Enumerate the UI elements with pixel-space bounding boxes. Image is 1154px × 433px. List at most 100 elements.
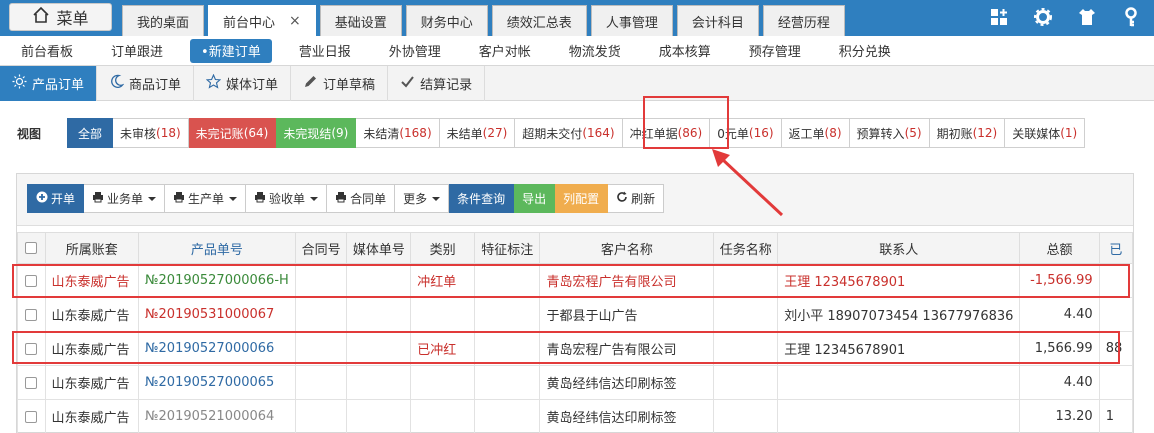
subnav-order-follow[interactable]: 订单跟进 (100, 39, 174, 63)
checkbox[interactable] (25, 308, 38, 321)
tab-finance-center[interactable]: 财务中心 (405, 5, 488, 36)
tab-settlement-records[interactable]: 结算记录 (388, 66, 486, 101)
cell-feature (473, 365, 541, 400)
menu-label: 菜单 (56, 9, 89, 28)
subnav-prepaid[interactable]: 预存管理 (738, 39, 812, 63)
filter-unfinished-cash[interactable]: 未完现结 (9) (276, 118, 357, 148)
col-header-extra[interactable]: 已 (1098, 232, 1134, 264)
tab-media-orders[interactable]: 媒体订单 (194, 66, 292, 101)
checkbox[interactable] (25, 410, 38, 423)
col-header-customer[interactable]: 客户名称 (539, 232, 715, 264)
cell-contact: 刘小平 18907073454 13677976836 (777, 297, 1021, 332)
moon-icon (109, 74, 125, 93)
apps-add-icon[interactable] (988, 6, 1010, 28)
filter-count: (18) (156, 126, 181, 140)
filter-count: (12) (972, 126, 998, 140)
cell-media (346, 297, 412, 332)
cell-account: 山东泰威广告 (44, 365, 139, 400)
production-order-button[interactable]: 生产单 (165, 184, 247, 213)
tab-hr[interactable]: 人事管理 (590, 5, 673, 36)
subnav-daily-report[interactable]: 营业日报 (288, 39, 362, 63)
filter-unsettled[interactable]: 未结清 (168) (356, 118, 440, 148)
table-row[interactable]: 山东泰威广告 №20190531000067 于都县于山广告 刘小平 18907… (17, 297, 1134, 332)
select-all-checkbox[interactable] (17, 232, 46, 264)
home-icon (32, 6, 50, 28)
subnav-cost-accounting[interactable]: 成本核算 (648, 39, 722, 63)
refresh-button[interactable]: 刷新 (608, 184, 665, 213)
row-checkbox-cell[interactable] (17, 365, 46, 400)
filter-all[interactable]: 全部 (67, 118, 114, 148)
shirt-icon[interactable] (1076, 6, 1098, 28)
col-header-total[interactable]: 总额 (1019, 232, 1100, 264)
filter-overdue[interactable]: 超期未交付 (164) (515, 118, 623, 148)
table-row[interactable]: 山东泰威广告 №20190521000064 黄岛经纬信达印刷标签 13.20 … (17, 399, 1134, 433)
annotation-highlight-box (12, 331, 1120, 364)
checkbox[interactable] (25, 376, 38, 389)
filter-rework[interactable]: 返工单 (8) (781, 118, 850, 148)
business-order-button[interactable]: 业务单 (84, 184, 166, 213)
condition-query-button[interactable]: 条件查询 (449, 184, 515, 213)
filter-budget-transfer[interactable]: 预算转入 (5) (849, 118, 930, 148)
cell-order-no[interactable]: №20190527000065 (138, 365, 296, 400)
subnav-new-order[interactable]: •新建订单 (190, 38, 272, 63)
filter-count: (164) (582, 126, 615, 140)
tab-basic-settings[interactable]: 基础设置 (319, 5, 402, 36)
row-checkbox-cell[interactable] (17, 297, 46, 332)
filter-count: (16) (748, 126, 774, 140)
col-header-media[interactable]: 媒体单号 (346, 232, 412, 264)
filter-unreviewed[interactable]: 未审核 (18) (113, 118, 189, 148)
contract-order-button[interactable]: 合同单 (327, 184, 396, 213)
subnav-customer-reconcile[interactable]: 客户对帐 (468, 39, 542, 63)
col-header-task[interactable]: 任务名称 (713, 232, 779, 264)
col-header-order-no[interactable]: 产品单号 (138, 232, 296, 264)
column-config-button[interactable]: 列配置 (555, 184, 609, 213)
col-header-feature[interactable]: 特征标注 (473, 232, 541, 264)
filter-unfinished-accounting[interactable]: 未完记账 (64) (188, 118, 277, 148)
filter-linked-media[interactable]: 关联媒体 (1) (1005, 118, 1086, 148)
tab-business-history[interactable]: 经营历程 (762, 5, 845, 36)
subnav-front-board[interactable]: 前台看板 (10, 39, 84, 63)
col-header-category[interactable]: 类别 (410, 232, 475, 264)
subnav-logistics[interactable]: 物流发货 (558, 39, 632, 63)
acceptance-order-button[interactable]: 验收单 (246, 184, 328, 213)
col-header-contract[interactable]: 合同号 (294, 232, 348, 264)
col-header-contact[interactable]: 联系人 (777, 232, 1021, 264)
cell-task (713, 297, 779, 332)
subnav-outsourcing[interactable]: 外协管理 (378, 39, 452, 63)
cell-customer: 于都县于山广告 (539, 297, 715, 332)
filter-label: 关联媒体 (1012, 126, 1061, 141)
close-icon[interactable]: × (289, 13, 301, 29)
cell-category (410, 365, 475, 400)
button-label: 验收单 (269, 192, 306, 206)
tab-desktop[interactable]: 我的桌面 (122, 5, 205, 36)
row-checkbox-cell[interactable] (17, 399, 46, 433)
filter-unclosed[interactable]: 未结单 (27) (439, 118, 516, 148)
cell-order-no[interactable]: №20190521000064 (138, 399, 296, 433)
tab-performance-summary[interactable]: 绩效汇总表 (491, 5, 587, 36)
export-button[interactable]: 导出 (514, 184, 556, 213)
open-order-button[interactable]: 开单 (27, 184, 85, 213)
tab-label: 结算记录 (420, 78, 473, 93)
tab-front-center[interactable]: 前台中心 × (208, 5, 316, 36)
checkbox[interactable] (25, 242, 38, 254)
cell-customer: 黄岛经纬信达印刷标签 (539, 365, 715, 400)
more-button[interactable]: 更多 (395, 184, 450, 213)
col-header-account[interactable]: 所属账套 (44, 232, 139, 264)
tab-order-drafts[interactable]: 订单草稿 (291, 66, 389, 101)
filter-opening[interactable]: 期初账 (12) (929, 118, 1006, 148)
cell-order-no[interactable]: №20190531000067 (138, 297, 296, 332)
tab-label: 商品订单 (129, 78, 182, 93)
print-icon (335, 191, 347, 206)
tab-goods-orders[interactable]: 商品订单 (97, 66, 195, 101)
table-row[interactable]: 山东泰威广告 №20190527000065 黄岛经纬信达印刷标签 4.40 (17, 365, 1134, 400)
key-icon[interactable] (1120, 6, 1142, 28)
toolbar: 开单 业务单 生产单 验收单 合同单 更多 条件查询 导出 列配置 刷新 (17, 174, 1133, 226)
tab-product-orders[interactable]: 产品订单 (0, 66, 98, 101)
menu-button[interactable]: 菜单 (9, 3, 112, 31)
check-icon (400, 74, 415, 93)
gear-icon[interactable] (1032, 6, 1054, 28)
tab-accounting-subjects[interactable]: 会计科目 (676, 5, 759, 36)
subnav-points-exchange[interactable]: 积分兑换 (828, 39, 902, 63)
cell-task (713, 399, 779, 433)
button-label: 更多 (403, 192, 428, 206)
